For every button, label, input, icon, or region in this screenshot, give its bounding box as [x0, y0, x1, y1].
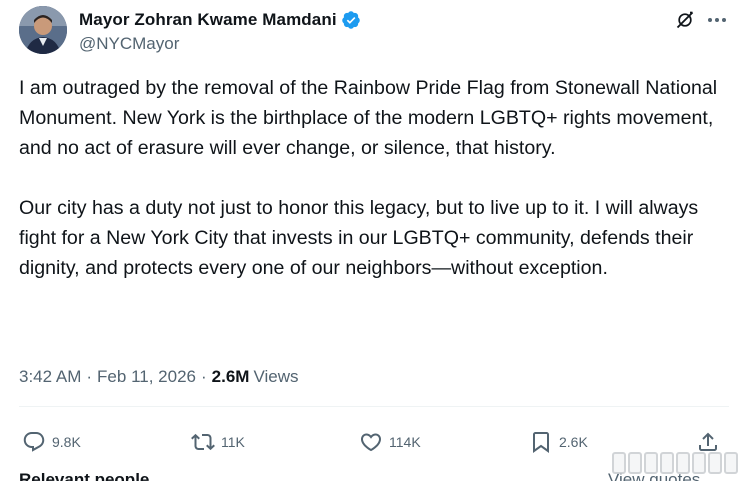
share-icon — [699, 432, 717, 451]
repost-icon — [191, 433, 215, 451]
reply-button[interactable]: 9.8K — [22, 427, 81, 457]
post-date[interactable]: Feb 11, 2026 — [97, 367, 196, 387]
post-text: I am outraged by the removal of the Rain… — [19, 73, 731, 283]
post-paragraph: I am outraged by the removal of the Rain… — [19, 77, 718, 159]
like-button[interactable]: 114K — [359, 427, 421, 457]
more-icon[interactable] — [705, 8, 729, 32]
post-header: Mayor Zohran Kwame Mamdani @NYCMayor — [19, 6, 729, 56]
views-label: Views — [253, 367, 299, 386]
relevant-people-heading: Relevant people — [19, 470, 150, 481]
reply-count: 9.8K — [52, 434, 81, 450]
verified-badge-icon — [341, 11, 360, 29]
reply-icon — [23, 432, 45, 452]
repost-button[interactable]: 11K — [191, 427, 245, 457]
meta-separator: · — [86, 367, 93, 386]
author-info: Mayor Zohran Kwame Mamdani @NYCMayor — [79, 9, 361, 54]
bookmark-button[interactable]: 2.6K — [529, 427, 588, 457]
post-time[interactable]: 3:42 AM — [19, 367, 81, 387]
repost-count: 11K — [221, 434, 245, 450]
grok-icon[interactable] — [675, 10, 695, 30]
post-meta: 3:42 AM · Feb 11, 2026 · 2.6M Views — [19, 365, 299, 389]
meta-separator: · — [200, 367, 207, 386]
bookmark-icon — [533, 432, 549, 453]
views-count: 2.6M — [211, 367, 250, 386]
avatar[interactable] — [19, 6, 67, 54]
author-name[interactable]: Mayor Zohran Kwame Mamdani — [79, 10, 337, 30]
post-paragraph: Our city has a duty not just to honor th… — [19, 197, 699, 279]
heart-icon — [360, 433, 382, 452]
bookmark-count: 2.6K — [559, 434, 588, 450]
like-count: 114K — [389, 434, 421, 450]
author-handle[interactable]: @NYCMayor — [79, 34, 361, 54]
divider — [19, 406, 729, 407]
watermark — [612, 452, 740, 476]
